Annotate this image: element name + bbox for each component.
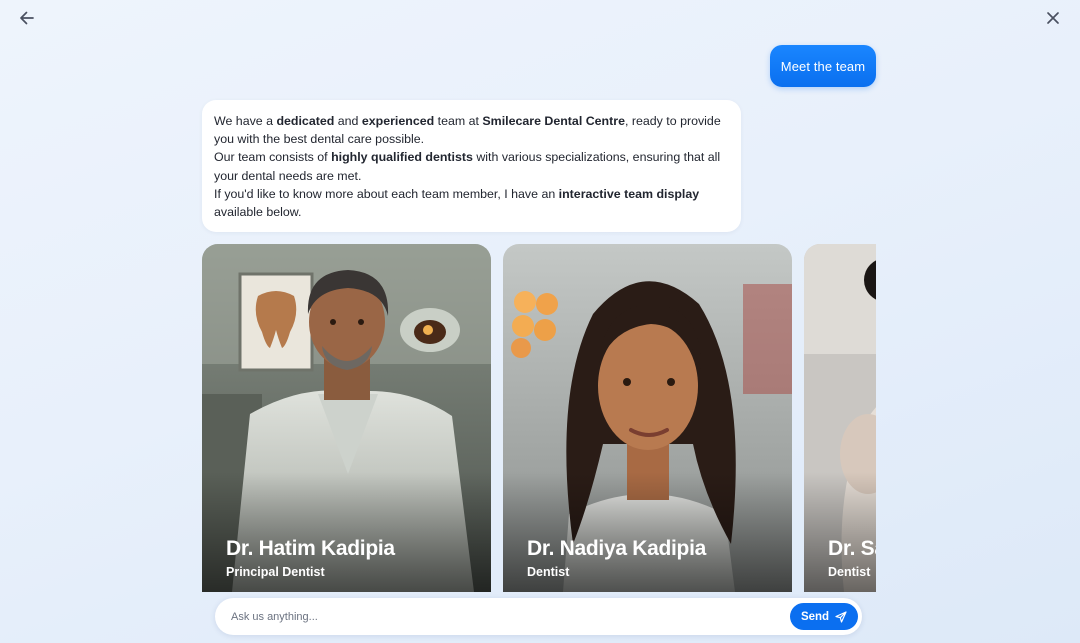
- send-button[interactable]: Send: [790, 603, 858, 630]
- message-input[interactable]: [231, 598, 771, 635]
- team-member-role: Principal Dentist: [226, 565, 325, 579]
- bot-paragraph-3: If you'd like to know more about each te…: [214, 186, 700, 220]
- bot-paragraph-2: Our team consists of highly qualified de…: [214, 150, 721, 183]
- team-member-role: Dentist: [527, 565, 570, 579]
- message-composer: Send: [215, 598, 862, 635]
- user-message-text: Meet the team: [780, 58, 866, 74]
- team-card-nadiya[interactable]: Dr. Nadiya Kadipia Dentist: [503, 244, 792, 592]
- close-button[interactable]: [1039, 4, 1067, 32]
- bot-message-bubble: We have a dedicated and experienced team…: [202, 100, 741, 232]
- team-carousel[interactable]: Dr. Hatim Kadipia Principal Dentist Dr. …: [202, 244, 876, 592]
- close-icon: [1047, 12, 1059, 24]
- send-icon: [835, 610, 847, 623]
- arrow-left-icon: [20, 11, 34, 25]
- team-card-third[interactable]: Dr. Sa Dentist: [804, 244, 876, 592]
- send-button-label: Send: [800, 610, 830, 623]
- team-member-name: Dr. Hatim Kadipia: [226, 537, 395, 560]
- bot-paragraph-1: We have a dedicated and experienced team…: [214, 114, 721, 147]
- team-member-name: Dr. Nadiya Kadipia: [527, 537, 706, 560]
- team-card-hatim[interactable]: Dr. Hatim Kadipia Principal Dentist: [202, 244, 491, 592]
- team-member-role: Dentist: [828, 565, 871, 579]
- team-member-name: Dr. Sa: [828, 537, 876, 560]
- back-button[interactable]: [13, 4, 41, 32]
- user-message-bubble: Meet the team: [770, 45, 876, 87]
